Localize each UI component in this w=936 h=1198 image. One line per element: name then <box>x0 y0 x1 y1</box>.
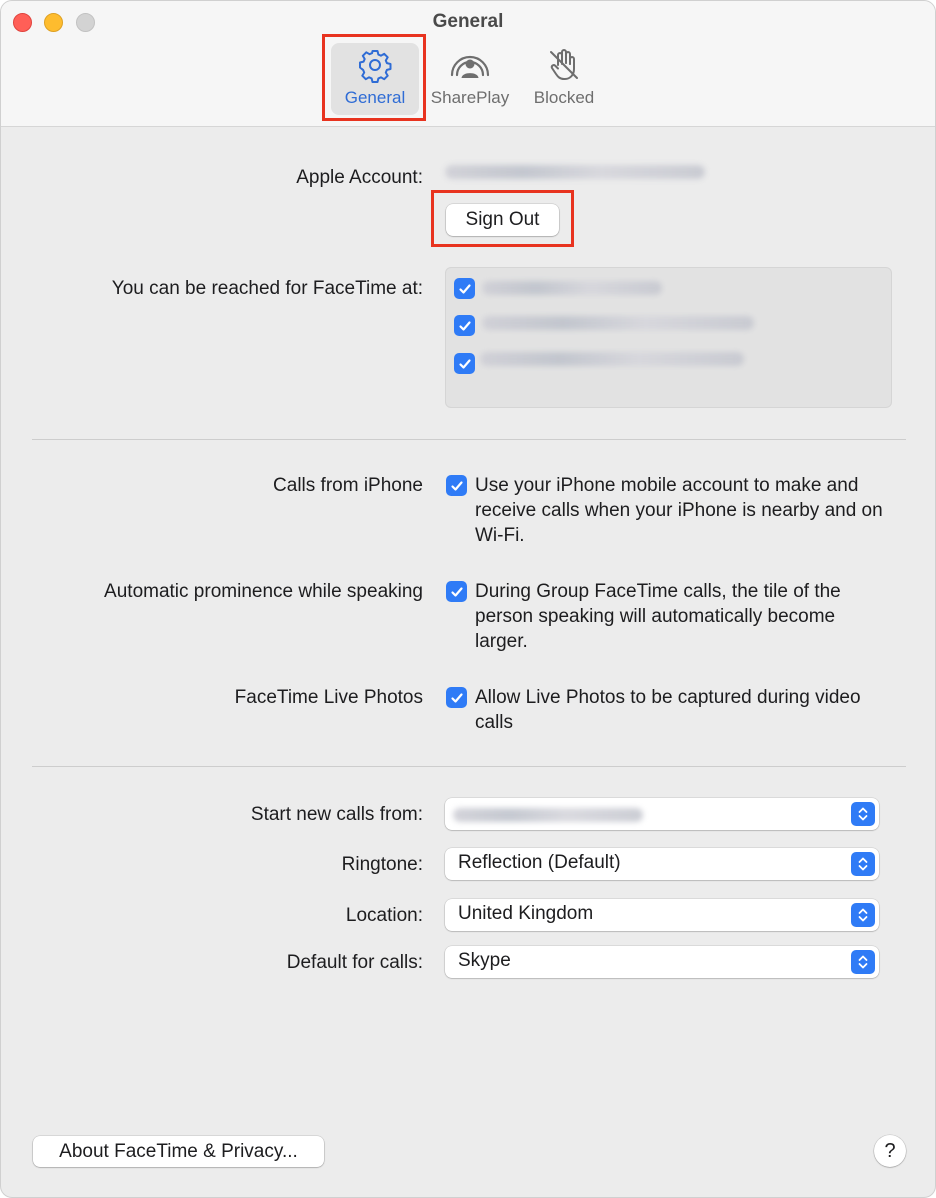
apple-account-label: Apple Account: <box>296 167 423 188</box>
address-2-checkbox[interactable] <box>454 315 475 336</box>
live-photos-label: FaceTime Live Photos <box>234 687 423 708</box>
shareplay-icon <box>425 47 515 83</box>
ringtone-value: Reflection (Default) <box>458 852 621 873</box>
automatic-prominence-description: During Group FaceTime calls, the tile of… <box>475 581 841 652</box>
window-title: General <box>432 11 504 32</box>
start-calls-from-popup[interactable] <box>445 798 879 830</box>
chevron-updown-icon <box>851 903 875 927</box>
location-popup[interactable]: United Kingdom <box>445 899 879 931</box>
facetime-settings-window: General General SharePlay Blocked Apple … <box>0 0 936 1198</box>
sign-out-button[interactable]: Sign Out <box>446 204 559 236</box>
gear-icon <box>331 47 419 83</box>
ringtone-popup[interactable]: Reflection (Default) <box>445 848 879 880</box>
address-3-checkbox[interactable] <box>454 353 475 374</box>
address-1-redacted <box>482 281 662 295</box>
address-3-redacted <box>480 352 744 366</box>
calls-from-iphone-description: Use your iPhone mobile account to make a… <box>475 475 883 546</box>
divider <box>32 766 906 767</box>
chevron-updown-icon <box>851 950 875 974</box>
toolbar: General General SharePlay Blocked <box>1 1 935 127</box>
location-label: Location: <box>345 905 423 926</box>
default-for-calls-value: Skype <box>458 950 511 971</box>
reachable-label: You can be reached for FaceTime at: <box>111 278 423 299</box>
tab-shareplay-label: SharePlay <box>430 88 510 107</box>
tab-blocked-label: Blocked <box>533 88 595 107</box>
live-photos-description: Allow Live Photos to be captured during … <box>475 687 861 733</box>
default-for-calls-label: Default for calls: <box>286 952 423 973</box>
start-calls-from-label: Start new calls from: <box>250 804 423 825</box>
address-2-redacted <box>482 316 754 330</box>
chevron-updown-icon <box>851 802 875 826</box>
ringtone-label: Ringtone: <box>341 854 423 875</box>
automatic-prominence-label: Automatic prominence while speaking <box>104 581 423 602</box>
tab-blocked[interactable]: Blocked <box>523 43 605 115</box>
start-calls-from-redacted <box>453 808 643 822</box>
chevron-updown-icon <box>851 852 875 876</box>
location-value: United Kingdom <box>458 903 594 924</box>
tab-shareplay[interactable]: SharePlay <box>425 43 515 115</box>
automatic-prominence-checkbox[interactable] <box>446 581 467 602</box>
reachable-addresses-list <box>445 267 892 408</box>
calls-from-iphone-label: Calls from iPhone <box>273 475 423 496</box>
tab-general[interactable]: General <box>331 43 419 115</box>
tab-general-label: General <box>344 88 406 107</box>
calls-from-iphone-checkbox[interactable] <box>446 475 467 496</box>
about-facetime-privacy-button[interactable]: About FaceTime & Privacy... <box>33 1136 324 1167</box>
default-for-calls-popup[interactable]: Skype <box>445 946 879 978</box>
help-button[interactable]: ? <box>874 1135 906 1167</box>
divider <box>32 439 906 440</box>
address-1-checkbox[interactable] <box>454 278 475 299</box>
apple-account-value-redacted <box>445 165 705 179</box>
blocked-hand-icon <box>523 47 605 83</box>
live-photos-checkbox[interactable] <box>446 687 467 708</box>
